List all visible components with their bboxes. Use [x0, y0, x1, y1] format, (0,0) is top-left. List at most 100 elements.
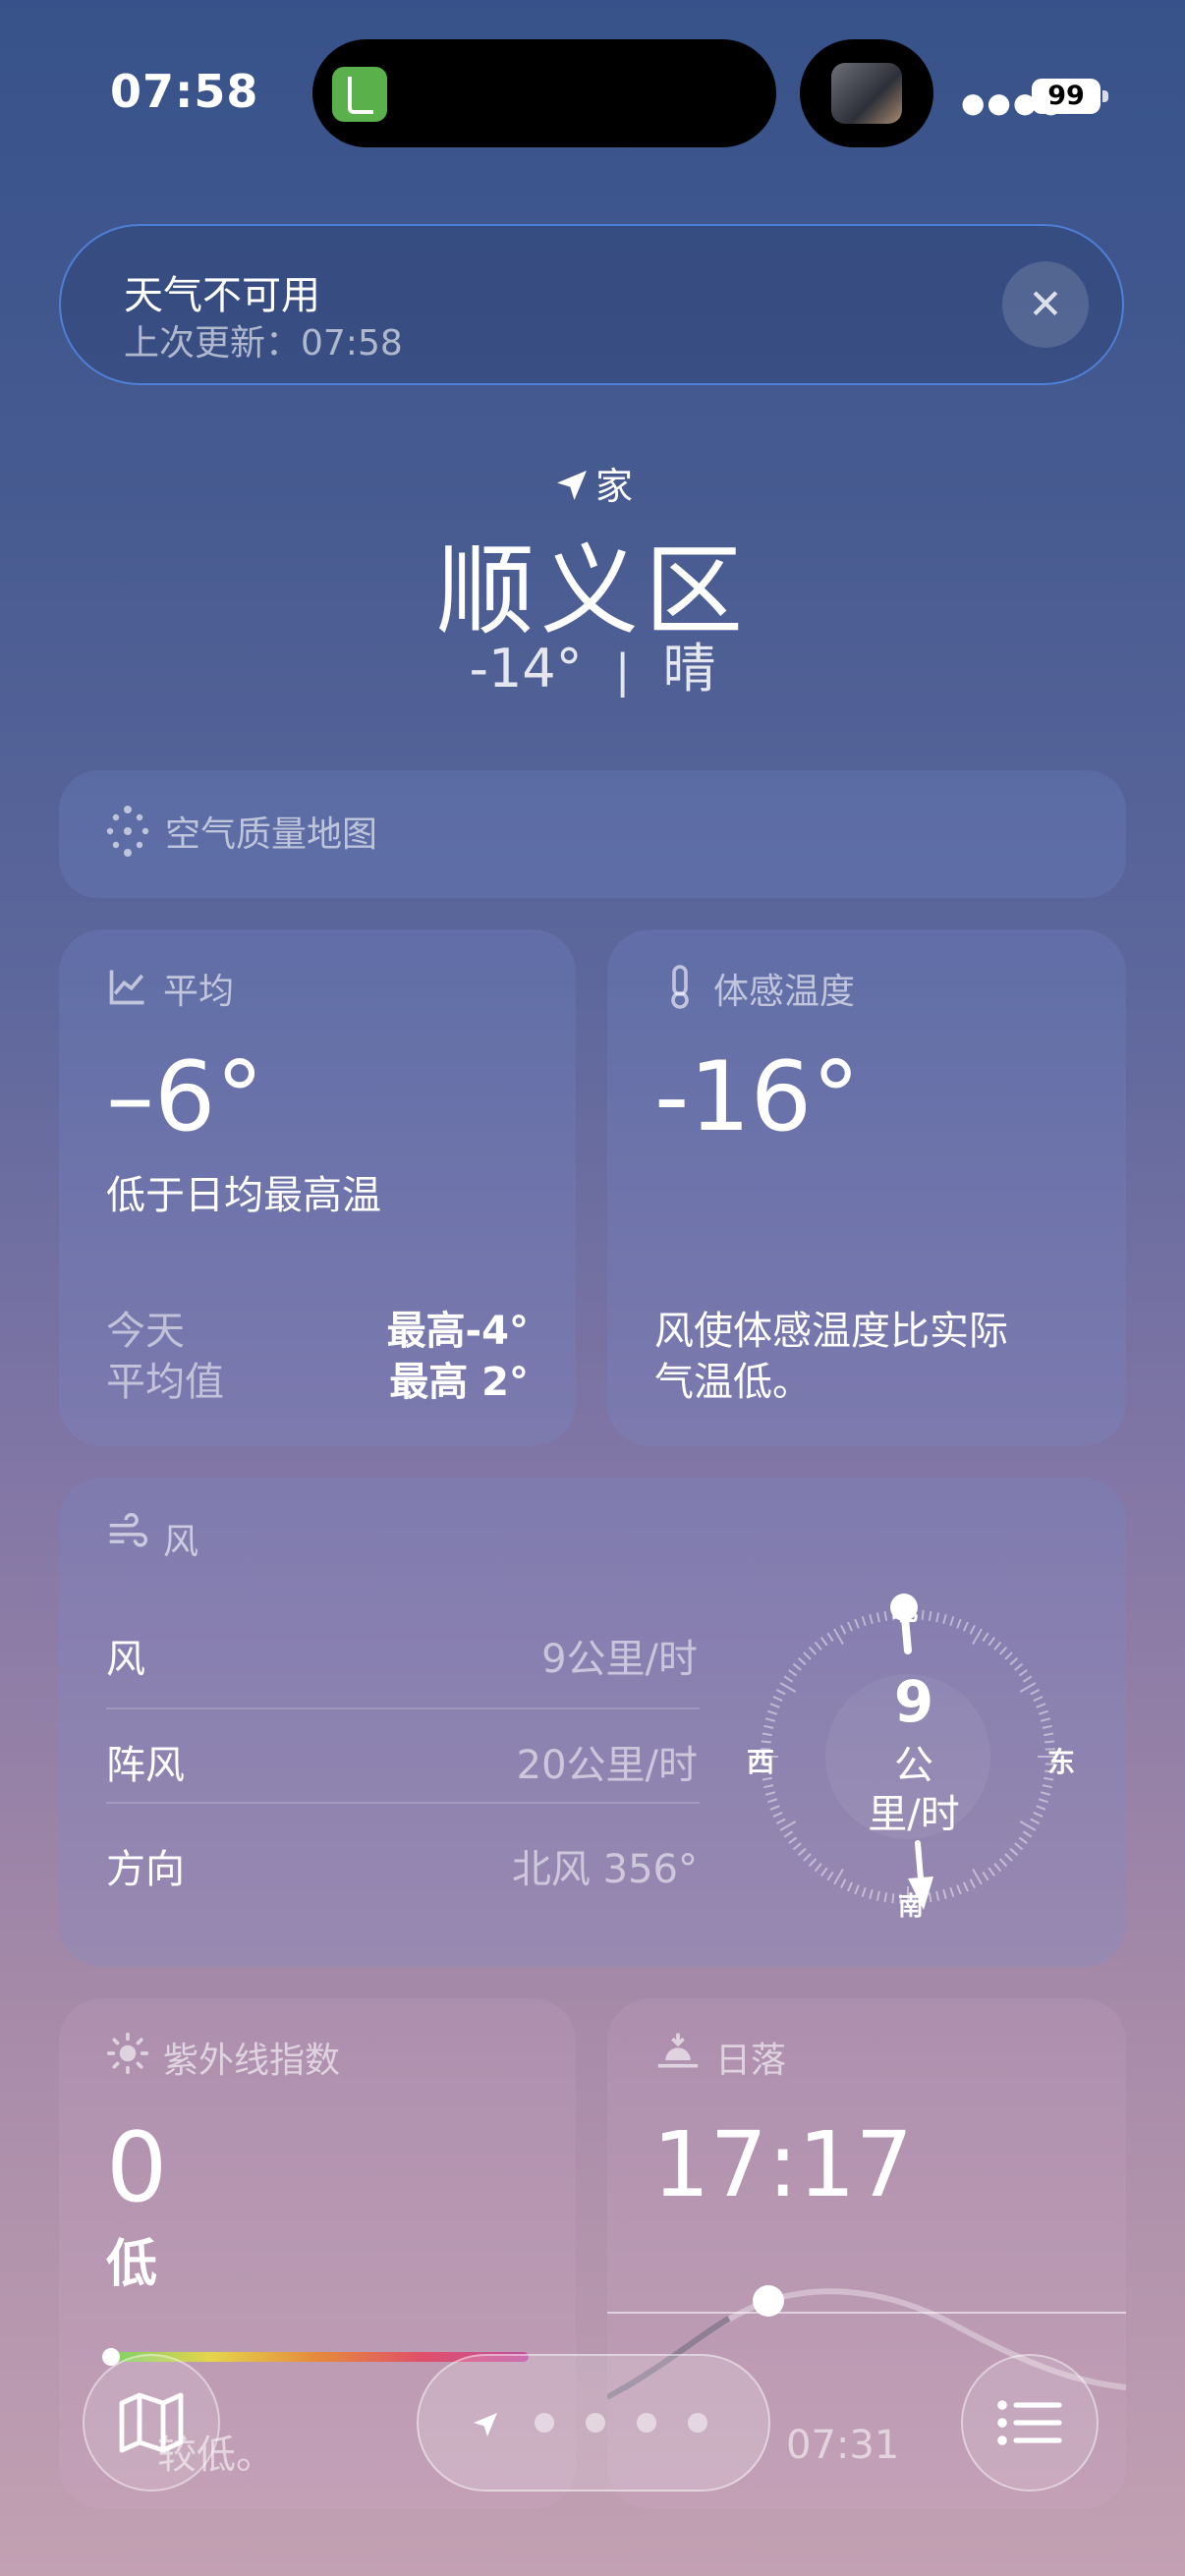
compass-tick — [1038, 1798, 1048, 1804]
compass-tick — [1036, 1805, 1046, 1811]
compass-tick — [969, 1624, 976, 1635]
compass-tick — [772, 1812, 783, 1818]
location-label-row: 家 — [0, 456, 1185, 510]
compass-tick — [1022, 1830, 1033, 1838]
gust-row-value: 20公里/时 — [516, 1743, 698, 1788]
compass-tick — [775, 1818, 786, 1824]
battery-nub — [1102, 90, 1108, 102]
compass-tick — [1014, 1662, 1024, 1671]
compass-tick — [808, 1646, 818, 1655]
compass-tick — [1014, 1842, 1024, 1851]
location-arrow-icon — [556, 471, 587, 500]
compass-tick — [792, 1842, 802, 1851]
compass-tick — [1019, 1682, 1037, 1693]
compass-tick — [969, 1878, 976, 1889]
current-conditions: -14° | 晴 — [0, 625, 1185, 702]
thermometer-icon — [671, 965, 689, 1009]
compass-tick — [972, 1868, 983, 1885]
wind-row-value: 9公里/时 — [541, 1637, 698, 1682]
compass-tick — [972, 1628, 983, 1646]
location-page-icon[interactable] — [470, 2409, 501, 2440]
compass-tick — [764, 1717, 776, 1722]
compass-tick — [935, 1612, 940, 1623]
avg-label: 平均值 — [106, 1360, 224, 1405]
wind-icon — [109, 1513, 147, 1547]
compass-tick — [875, 1890, 880, 1901]
list-icon — [997, 2400, 1062, 2445]
sunset-label: 日落 — [715, 2041, 787, 2081]
compass-tick — [956, 1618, 962, 1629]
trend-chart-icon — [109, 970, 144, 1005]
compass-tick — [847, 1621, 853, 1632]
compass-tick — [982, 1871, 989, 1881]
feels-like-description-line2: 气温低。 — [654, 1360, 812, 1405]
battery-indicator: 99 — [1032, 79, 1100, 114]
page-dot[interactable] — [535, 2413, 554, 2433]
avatar[interactable] — [831, 63, 902, 124]
compass-tick — [767, 1709, 778, 1715]
compass-north: 北 — [892, 1597, 919, 1627]
direction-row-value: 北风 356° — [511, 1847, 698, 1892]
compass-tick — [826, 1871, 834, 1881]
compass-tick — [803, 1652, 812, 1660]
compass-tick — [1030, 1689, 1041, 1696]
compass-south: 南 — [898, 1892, 925, 1922]
compass-tick — [1009, 1656, 1019, 1666]
compass-tick — [869, 1888, 874, 1900]
avg-value: 最高 2° — [389, 1360, 529, 1405]
compass-tick — [1038, 1709, 1048, 1715]
compass-tick — [840, 1624, 847, 1635]
compass-west: 西 — [747, 1746, 775, 1778]
feels-like-label: 体感温度 — [713, 972, 856, 1012]
uv-level: 低 — [106, 2235, 158, 2294]
page-dot[interactable] — [688, 2413, 707, 2433]
compass-tick — [788, 1836, 798, 1844]
compass-tick — [833, 1628, 844, 1646]
compass-tick — [928, 1892, 932, 1903]
page-dot[interactable] — [637, 2413, 656, 2433]
divider — [106, 1802, 700, 1804]
compass-tick — [772, 1696, 783, 1702]
compass-tick — [814, 1641, 822, 1651]
compass-tick — [942, 1613, 947, 1625]
compass-tick — [963, 1881, 969, 1892]
compass-speed: 9 — [893, 1668, 934, 1735]
compass-tick — [783, 1675, 794, 1683]
divider — [106, 1708, 700, 1709]
close-button[interactable]: ✕ — [1002, 261, 1089, 348]
compass-tick — [767, 1798, 778, 1804]
compass-tick — [928, 1610, 932, 1621]
app-activity-icon[interactable] — [332, 67, 387, 122]
compass-tick — [861, 1616, 867, 1627]
feels-like-value: -16° — [654, 1041, 861, 1153]
sunrise-time: 07:31 — [786, 2423, 900, 2468]
wind-label: 风 — [163, 1522, 199, 1562]
compass-tick — [942, 1888, 947, 1900]
compass-tick — [1033, 1812, 1044, 1818]
compass-tick — [869, 1613, 874, 1625]
compass-tick — [998, 1646, 1008, 1655]
compass-tick — [1019, 1820, 1037, 1831]
compass-tick — [891, 1893, 895, 1904]
sun-icon — [106, 2032, 149, 2075]
compass-tick — [875, 1612, 880, 1623]
compass-tick — [769, 1703, 780, 1708]
compass-tick — [1036, 1703, 1046, 1708]
compass-tick — [764, 1791, 776, 1796]
compass-tick — [1004, 1652, 1013, 1660]
compass-tick — [921, 1609, 925, 1620]
compass-tick — [993, 1641, 1002, 1651]
feels-like-description-line1: 风使体感温度比实际 — [654, 1309, 1008, 1354]
today-label: 今天 — [106, 1309, 185, 1354]
compass-tick — [1042, 1784, 1052, 1789]
uv-label: 紫外线指数 — [163, 2041, 341, 2081]
compass-tick — [1030, 1818, 1041, 1824]
page-dot[interactable] — [586, 2413, 605, 2433]
compass-tick — [814, 1863, 822, 1873]
compass-tick — [783, 1830, 794, 1838]
compass-tick — [769, 1805, 780, 1811]
compass-tick — [1018, 1836, 1028, 1844]
sunset-icon — [657, 2033, 699, 2068]
compass-tick — [1009, 1847, 1019, 1857]
compass-tick — [833, 1868, 844, 1885]
